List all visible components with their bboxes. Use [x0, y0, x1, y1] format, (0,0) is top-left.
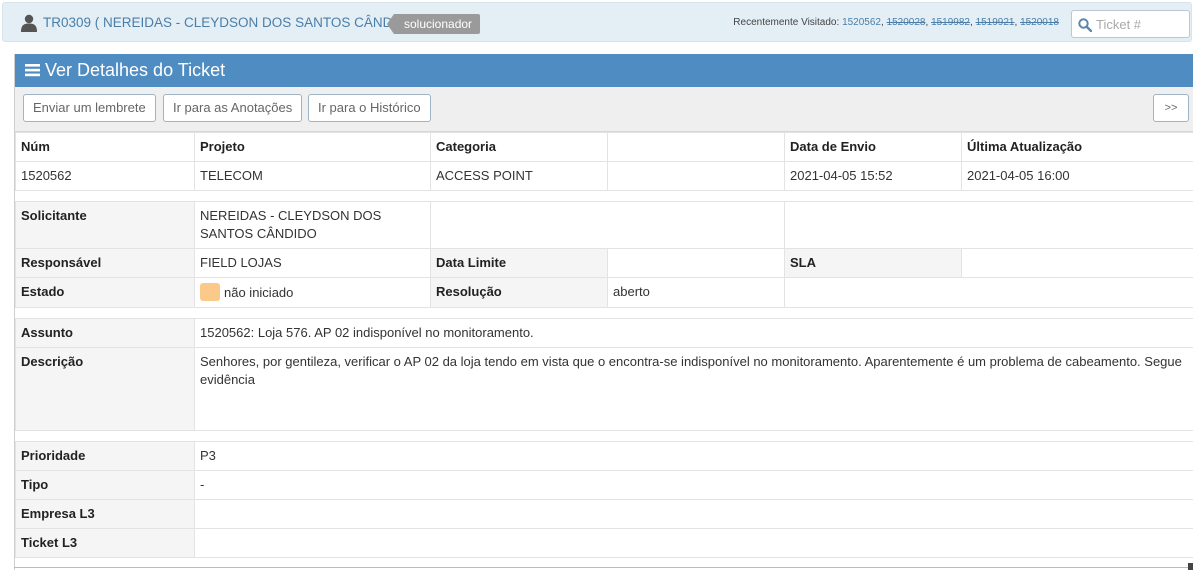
status-row-spacer	[784, 277, 1193, 308]
subject-label: Assunto	[15, 318, 195, 348]
assignee-value: FIELD LOJAS	[194, 248, 431, 278]
company-l3-label: Empresa L3	[15, 499, 195, 529]
ticket-summary-table: Núm Projeto Categoria Data de Envio Últi…	[15, 132, 1193, 191]
project-header: Projeto	[194, 132, 431, 162]
ticket-search-input[interactable]	[1096, 15, 1186, 33]
sent-date-value: 2021-04-05 15:52	[784, 161, 962, 191]
description-value: Senhores, por gentileza, verificar o AP …	[194, 347, 1193, 431]
recent-ticket-link[interactable]: 1519982	[931, 17, 970, 28]
ticket-details-panel: Ver Detalhes do Ticket Enviar um lembret…	[14, 54, 1193, 570]
ticket-number: 1520562	[15, 161, 195, 191]
toolbar: Enviar um lembrete Ir para as Anotações …	[15, 87, 1193, 132]
ticket-extra-table: Prioridade P3 Tipo - Empresa L3 Ticket L…	[15, 441, 1193, 558]
subject-value: 1520562: Loja 576. AP 02 indisponível no…	[194, 318, 1193, 348]
type-label: Tipo	[15, 470, 195, 500]
priority-label: Prioridade	[15, 441, 195, 471]
send-reminder-button[interactable]: Enviar um lembrete	[23, 94, 156, 122]
last-update-header: Última Atualização	[961, 132, 1193, 162]
summary-header-row: Núm Projeto Categoria Data de Envio Últi…	[15, 132, 1193, 162]
user-icon	[21, 14, 37, 32]
status-color-swatch	[200, 283, 220, 301]
resolution-value: aberto	[607, 277, 785, 308]
description-row: Descrição Senhores, por gentileza, verif…	[15, 347, 1193, 431]
recent-ticket-link[interactable]: 1520562	[842, 17, 881, 28]
assignee-label: Responsável	[15, 248, 195, 278]
ticket-people-table: Solicitante NEREIDAS - CLEYDSON DOS SANT…	[15, 201, 1193, 308]
requester-spacer	[430, 201, 785, 249]
go-to-history-button[interactable]: Ir para o Histórico	[308, 94, 431, 122]
panel-header: Ver Detalhes do Ticket	[15, 54, 1193, 87]
category-value: ACCESS POINT	[430, 161, 608, 191]
company-l3-value	[194, 499, 1193, 529]
list-icon	[25, 64, 40, 77]
search-icon	[1078, 18, 1092, 32]
scrollbar-corner	[1188, 563, 1193, 570]
type-row: Tipo -	[15, 470, 1193, 500]
project-value: TELECOM	[194, 161, 431, 191]
ticket-l3-row: Ticket L3	[15, 528, 1193, 558]
status-cell: não iniciado	[194, 277, 431, 308]
recent-ticket-link[interactable]: 1520018	[1020, 17, 1059, 28]
recently-visited-label: Recentemente Visitado:	[733, 17, 840, 28]
status-row: Estado não iniciado Resolução aberto	[15, 277, 1193, 308]
type-value: -	[194, 470, 1193, 500]
category-header: Categoria	[430, 132, 608, 162]
role-badge: solucionador	[386, 14, 481, 34]
requester-value: NEREIDAS - CLEYDSON DOS SANTOS CÂNDIDO	[194, 201, 431, 249]
status-value: não iniciado	[224, 285, 294, 300]
requester-row: Solicitante NEREIDAS - CLEYDSON DOS SANT…	[15, 201, 1193, 249]
ticket-search-box[interactable]	[1071, 10, 1190, 38]
assignee-row: Responsável FIELD LOJAS Data Limite SLA	[15, 248, 1193, 278]
bottom-divider	[14, 567, 1193, 568]
subject-row: Assunto 1520562: Loja 576. AP 02 indispo…	[15, 318, 1193, 348]
recently-visited: Recentemente Visitado: 1520562, 1520028,…	[733, 17, 1059, 28]
ticket-content-table: Assunto 1520562: Loja 576. AP 02 indispo…	[15, 318, 1193, 431]
ticket-l3-value	[194, 528, 1193, 558]
status-label: Estado	[15, 277, 195, 308]
blank-header	[607, 132, 785, 162]
user-link[interactable]: TR0309 ( NEREIDAS - CLEYDSON DOS SANTOS …	[43, 15, 425, 30]
company-l3-row: Empresa L3	[15, 499, 1193, 529]
summary-value-row: 1520562 TELECOM ACCESS POINT 2021-04-05 …	[15, 161, 1193, 191]
requester-spacer-right	[784, 201, 1193, 249]
sla-value	[961, 248, 1193, 278]
top-bar: TR0309 ( NEREIDAS - CLEYDSON DOS SANTOS …	[2, 2, 1192, 42]
priority-value: P3	[194, 441, 1193, 471]
requester-label: Solicitante	[15, 201, 195, 249]
sent-date-header: Data de Envio	[784, 132, 962, 162]
panel-title: Ver Detalhes do Ticket	[45, 60, 226, 80]
due-date-label: Data Limite	[430, 248, 608, 278]
blank-value	[607, 161, 785, 191]
sla-label: SLA	[784, 248, 962, 278]
recent-ticket-link[interactable]: 1520028	[887, 17, 926, 28]
ticket-l3-label: Ticket L3	[15, 528, 195, 558]
go-to-annotations-button[interactable]: Ir para as Anotações	[163, 94, 303, 122]
due-date-value	[607, 248, 785, 278]
next-button[interactable]: >>	[1153, 94, 1189, 122]
description-label: Descrição	[15, 347, 195, 431]
last-update-value: 2021-04-05 16:00	[961, 161, 1193, 191]
priority-row: Prioridade P3	[15, 441, 1193, 471]
recent-ticket-link[interactable]: 1519921	[976, 17, 1015, 28]
num-header: Núm	[15, 132, 195, 162]
resolution-label: Resolução	[430, 277, 608, 308]
